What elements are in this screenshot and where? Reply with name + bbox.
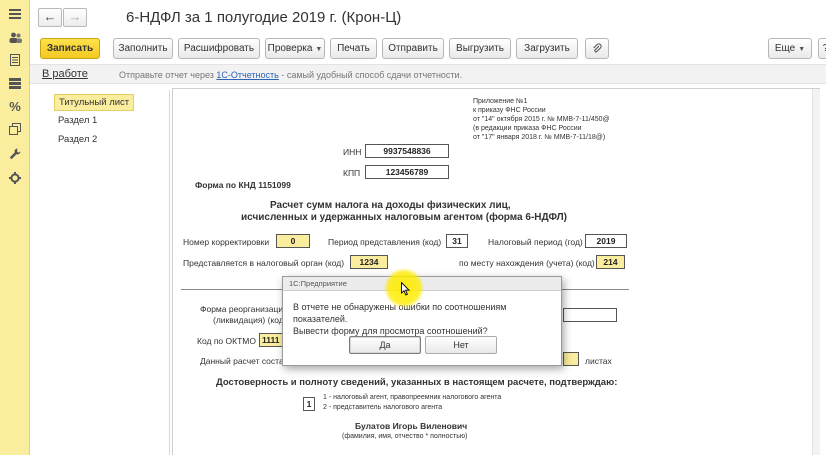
appendix-line: (в редакции приказа ФНС России: [473, 125, 582, 132]
signer-code-field[interactable]: 1: [303, 397, 315, 411]
window-title: 6-НДФЛ за 1 полугодие 2019 г. (Крон-Ц): [126, 9, 402, 26]
paperclip-icon: [592, 43, 602, 57]
section-1[interactable]: Раздел 1: [54, 113, 101, 130]
load-button[interactable]: Загрузить: [516, 38, 578, 59]
decrypt-button[interactable]: Расшифровать: [178, 38, 260, 59]
yes-button[interactable]: Да: [349, 336, 421, 354]
correction-field[interactable]: 0: [276, 234, 310, 248]
knd-code: Форма по КНД 1151099: [195, 180, 291, 190]
form-scrollbar[interactable]: [812, 89, 820, 455]
inn-field[interactable]: 9937548836: [365, 144, 449, 158]
sheets-label: листах: [585, 356, 612, 366]
report-sections: Титульный лист Раздел 1 Раздел 2: [40, 90, 170, 455]
arrow-left-icon: ←: [43, 9, 57, 24]
signer-option: 2 - представитель налогового агента: [323, 404, 443, 411]
reorg-inn-field[interactable]: [563, 308, 617, 322]
oktmo-field[interactable]: 1111: [259, 333, 283, 347]
menu-icon[interactable]: [7, 6, 23, 22]
toolbar: Записать Заполнить Расшифровать Проверка…: [30, 38, 826, 62]
status-row: В работе Отправьте отчет через 1С-Отчетн…: [30, 64, 826, 84]
tax-period-field[interactable]: 2019: [585, 234, 627, 248]
section-2[interactable]: Раздел 2: [54, 132, 101, 149]
back-button[interactable]: ←: [38, 8, 62, 27]
appendix-line: к приказу ФНС России: [473, 107, 546, 114]
document-icon[interactable]: [7, 52, 23, 68]
signer-option: 1 - налоговый агент, правопреемник налог…: [323, 394, 502, 401]
list-icon[interactable]: [7, 75, 23, 91]
location-field[interactable]: 214: [596, 255, 625, 269]
section-title-page[interactable]: Титульный лист: [54, 94, 135, 111]
tax-authority-field[interactable]: 1234: [350, 255, 388, 269]
period-label: Период представления (код): [328, 237, 442, 247]
help-button[interactable]: ?: [818, 38, 826, 59]
pages-field[interactable]: [563, 352, 579, 366]
appendix-line: Приложение №1: [473, 98, 528, 105]
send-button[interactable]: Отправить: [382, 38, 444, 59]
copy-icon[interactable]: [7, 121, 23, 137]
sections-sidebar: %: [0, 0, 30, 455]
percent-icon[interactable]: %: [7, 98, 23, 114]
kpp-label: КПП: [343, 168, 361, 178]
form-heading: Расчет сумм налога на доходы физических …: [270, 200, 511, 211]
tax-authority-label: Представляется в налоговый орган (код): [183, 258, 345, 268]
app-window: % ← → 6-НДФЛ за 1 полугодие 2019 г. (Кро…: [0, 0, 826, 455]
status-message-prefix: Отправьте отчет через: [119, 70, 217, 80]
dialog-message-line: Вывести форму для просмотра соотношений?: [293, 326, 488, 336]
appendix-line: от "14" октября 2015 г. № ММВ-7-11/450@: [473, 116, 610, 123]
title-bar: ← → 6-НДФЛ за 1 полугодие 2019 г. (Крон-…: [30, 0, 826, 36]
confirmation-dialog: 1С:Предприятие В отчете не обнаружены ош…: [282, 276, 562, 366]
dialog-message: В отчете не обнаружены ошибки по соотнош…: [293, 301, 555, 337]
confirm-text: Достоверность и полноту сведений, указан…: [216, 377, 618, 388]
more-button[interactable]: Еще ▼: [768, 38, 812, 59]
correction-label: Номер корректировки: [183, 237, 270, 247]
kpp-field[interactable]: 123456789: [365, 165, 449, 179]
reporting-service-link[interactable]: 1С-Отчетность: [216, 70, 278, 80]
status-message-suffix: - самый удобный способ сдачи отчетности.: [278, 70, 463, 80]
users-icon[interactable]: [7, 29, 23, 45]
check-button-label: Проверка: [267, 43, 313, 54]
arrow-right-icon: →: [68, 9, 82, 24]
upload-button[interactable]: Выгрузить: [449, 38, 511, 59]
reorg-label: (ликвидация) (код): [213, 315, 287, 325]
settings-icon[interactable]: [7, 170, 23, 186]
signer-caption: (фамилия, имя, отчество * полностью): [342, 433, 468, 440]
wrench-icon[interactable]: [7, 146, 23, 162]
status-link[interactable]: В работе: [42, 68, 88, 80]
appendix-line: от "17" января 2018 г. № ММВ-7-11/18@): [473, 134, 606, 141]
report-form: Приложение №1 к приказу ФНС России от "1…: [172, 88, 820, 455]
dialog-title: 1С:Предприятие: [283, 277, 561, 291]
fill-button[interactable]: Заполнить: [113, 38, 173, 59]
dialog-message-line: В отчете не обнаружены ошибки по соотнош…: [293, 302, 507, 324]
caret-down-icon: ▼: [798, 46, 806, 53]
check-button[interactable]: Проверка ▼: [265, 38, 325, 59]
oktmo-label: Код по ОКТМО: [197, 336, 256, 346]
location-label: по месту нахождения (учета) (код): [459, 258, 595, 268]
reorg-label: Форма реорганизации: [200, 304, 288, 314]
form-heading: исчисленных и удержанных налоговым агент…: [241, 212, 567, 223]
period-field[interactable]: 31: [446, 234, 468, 248]
signer-name: Булатов Игорь Виленович: [355, 421, 468, 431]
more-button-label: Еще: [774, 43, 796, 54]
caret-down-icon: ▼: [315, 46, 323, 53]
status-message: Отправьте отчет через 1С-Отчетность - са…: [119, 70, 462, 80]
forward-button[interactable]: →: [63, 8, 87, 27]
save-button[interactable]: Записать: [40, 38, 100, 59]
inn-label: ИНН: [343, 147, 362, 157]
print-button[interactable]: Печать: [330, 38, 377, 59]
pages-label: Данный расчет состав: [200, 356, 289, 366]
tax-period-label: Налоговый период (год): [488, 237, 583, 247]
no-button[interactable]: Нет: [425, 336, 497, 354]
attach-button[interactable]: [585, 38, 609, 59]
mouse-cursor-icon: [401, 282, 411, 296]
